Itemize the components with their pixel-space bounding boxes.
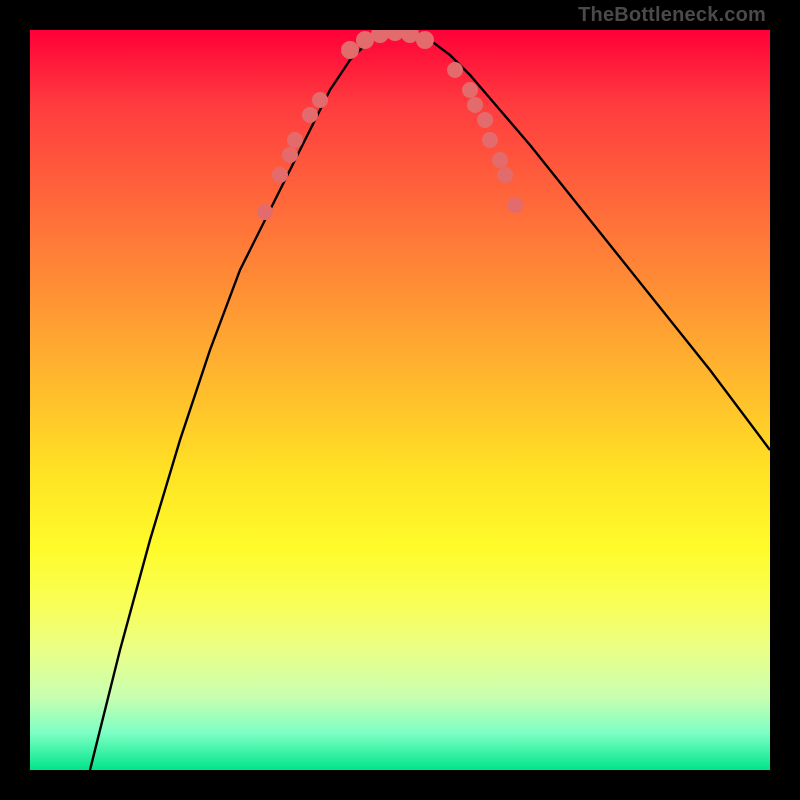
- data-marker: [497, 167, 513, 183]
- data-marker: [416, 31, 434, 49]
- data-marker: [482, 132, 498, 148]
- data-marker: [312, 92, 328, 108]
- data-marker: [282, 147, 298, 163]
- data-marker: [492, 152, 508, 168]
- chart-frame: TheBottleneck.com: [0, 0, 800, 800]
- data-marker: [272, 167, 288, 183]
- watermark-text: TheBottleneck.com: [578, 4, 766, 27]
- data-marker: [467, 97, 483, 113]
- data-marker: [477, 112, 493, 128]
- data-marker: [257, 204, 273, 220]
- chart-svg: [30, 30, 770, 770]
- data-markers: [257, 30, 523, 220]
- data-marker: [287, 132, 303, 148]
- data-marker: [302, 107, 318, 123]
- bottleneck-curve: [90, 32, 770, 770]
- plot-area: [30, 30, 770, 770]
- data-marker: [341, 41, 359, 59]
- data-marker: [447, 62, 463, 78]
- data-marker: [462, 82, 478, 98]
- data-marker: [507, 197, 523, 213]
